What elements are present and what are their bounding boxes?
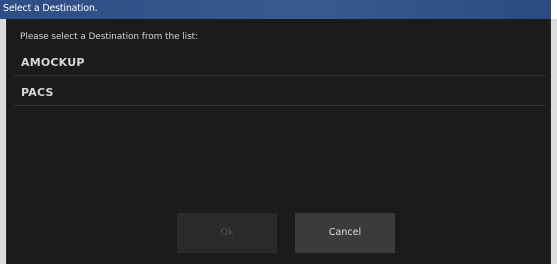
- window-border-right: [551, 19, 557, 264]
- destination-item-label: PACS: [21, 86, 54, 99]
- dialog-prompt: Please select a Destination from the lis…: [20, 32, 199, 42]
- destination-item-amockup[interactable]: AMOCKUP: [14, 46, 546, 76]
- cancel-button[interactable]: Cancel: [295, 213, 395, 253]
- titlebar-edge: [551, 0, 557, 19]
- destination-item-pacs[interactable]: PACS: [14, 76, 546, 106]
- ok-button[interactable]: Ok: [177, 213, 277, 253]
- dialog-titlebar[interactable]: Select a Destination.: [0, 0, 557, 19]
- select-destination-dialog: Select a Destination. Please select a De…: [0, 0, 557, 264]
- dialog-title: Select a Destination.: [3, 3, 98, 14]
- destination-item-label: AMOCKUP: [21, 56, 85, 69]
- destination-list: AMOCKUP PACS: [14, 46, 546, 106]
